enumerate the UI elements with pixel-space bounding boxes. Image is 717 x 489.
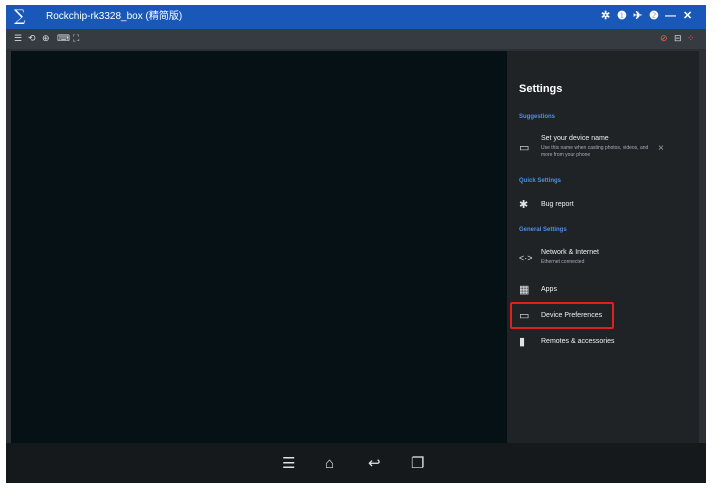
network-internet-item[interactable]: <·> Network & Internet Ethernet connecte…: [513, 249, 689, 271]
block-icon[interactable]: ⊘: [660, 33, 668, 44]
remote-icon: ▮: [519, 336, 526, 348]
sigma-logo-icon: ∑: [14, 6, 26, 25]
network-icon: <·>: [519, 253, 533, 263]
emulator-window: ∑ Rockchip-rk3328_box (精简版) ✲ ❶ ✈ ❷ — ✕ …: [6, 5, 706, 483]
help-icon[interactable]: ❷: [649, 9, 659, 23]
apps-grid-icon: ▦: [519, 284, 530, 296]
set-device-name-label: Set your device name: [541, 135, 609, 142]
emulator-screen[interactable]: [11, 51, 507, 443]
quick-settings-header: Quick Settings: [519, 178, 562, 184]
remotes-label: Remotes & accessories: [541, 338, 615, 345]
window-title: Rockchip-rk3328_box (精简版): [46, 11, 183, 22]
remotes-accessories-item[interactable]: ▮ Remotes & accessories: [513, 336, 689, 350]
general-settings-header: General Settings: [519, 227, 567, 233]
dismiss-suggestion-icon[interactable]: ×: [658, 143, 664, 154]
pin-icon[interactable]: ✈: [633, 9, 642, 23]
cast-icon: ▭: [519, 142, 530, 154]
settings-title: Settings: [519, 83, 563, 95]
keyboard-icon[interactable]: ⌨: [57, 33, 70, 44]
minimize-button[interactable]: —: [665, 9, 676, 23]
bug-icon: ✱: [519, 199, 529, 211]
fullscreen-icon[interactable]: ⛶: [73, 33, 79, 44]
bug-report-item[interactable]: ✱ Bug report: [513, 199, 689, 213]
apps-item[interactable]: ▦ Apps: [513, 284, 689, 298]
info-icon[interactable]: ❶: [617, 9, 627, 23]
bug-report-label: Bug report: [541, 201, 574, 208]
navigation-bar: ☰ ⌂ ↩ ❐: [6, 443, 706, 483]
menu-button[interactable]: ☰: [282, 456, 295, 471]
device-preferences-highlight: [510, 302, 614, 329]
settings-panel: Settings Suggestions ▭ Set your device n…: [507, 51, 699, 443]
suggestions-header: Suggestions: [519, 114, 556, 120]
close-button[interactable]: ✕: [683, 9, 692, 23]
zoom-icon[interactable]: ⊕: [42, 33, 50, 44]
apps-label: Apps: [541, 286, 557, 293]
settings-gear-icon[interactable]: ✲: [601, 9, 610, 23]
rotate-icon[interactable]: ⟲: [28, 33, 36, 44]
window-icon[interactable]: ⊟: [674, 33, 682, 44]
network-label: Network & Internet: [541, 249, 599, 256]
back-button[interactable]: ↩: [368, 456, 381, 471]
recents-button[interactable]: ❐: [411, 456, 424, 471]
network-sub: Ethernet connected: [541, 259, 585, 265]
toolbar: ☰ ⟲ ⊕ ⌨ ⛶ ⊘ ⊟ ⁘: [6, 29, 706, 49]
home-button[interactable]: ⌂: [325, 456, 334, 471]
set-device-name-sub: Use this name when casting photos, video…: [541, 145, 649, 158]
grid-icon[interactable]: ⁘: [687, 33, 695, 44]
title-bar[interactable]: ∑ Rockchip-rk3328_box (精简版) ✲ ❶ ✈ ❷ — ✕: [6, 5, 706, 29]
menu-icon[interactable]: ☰: [14, 33, 22, 44]
